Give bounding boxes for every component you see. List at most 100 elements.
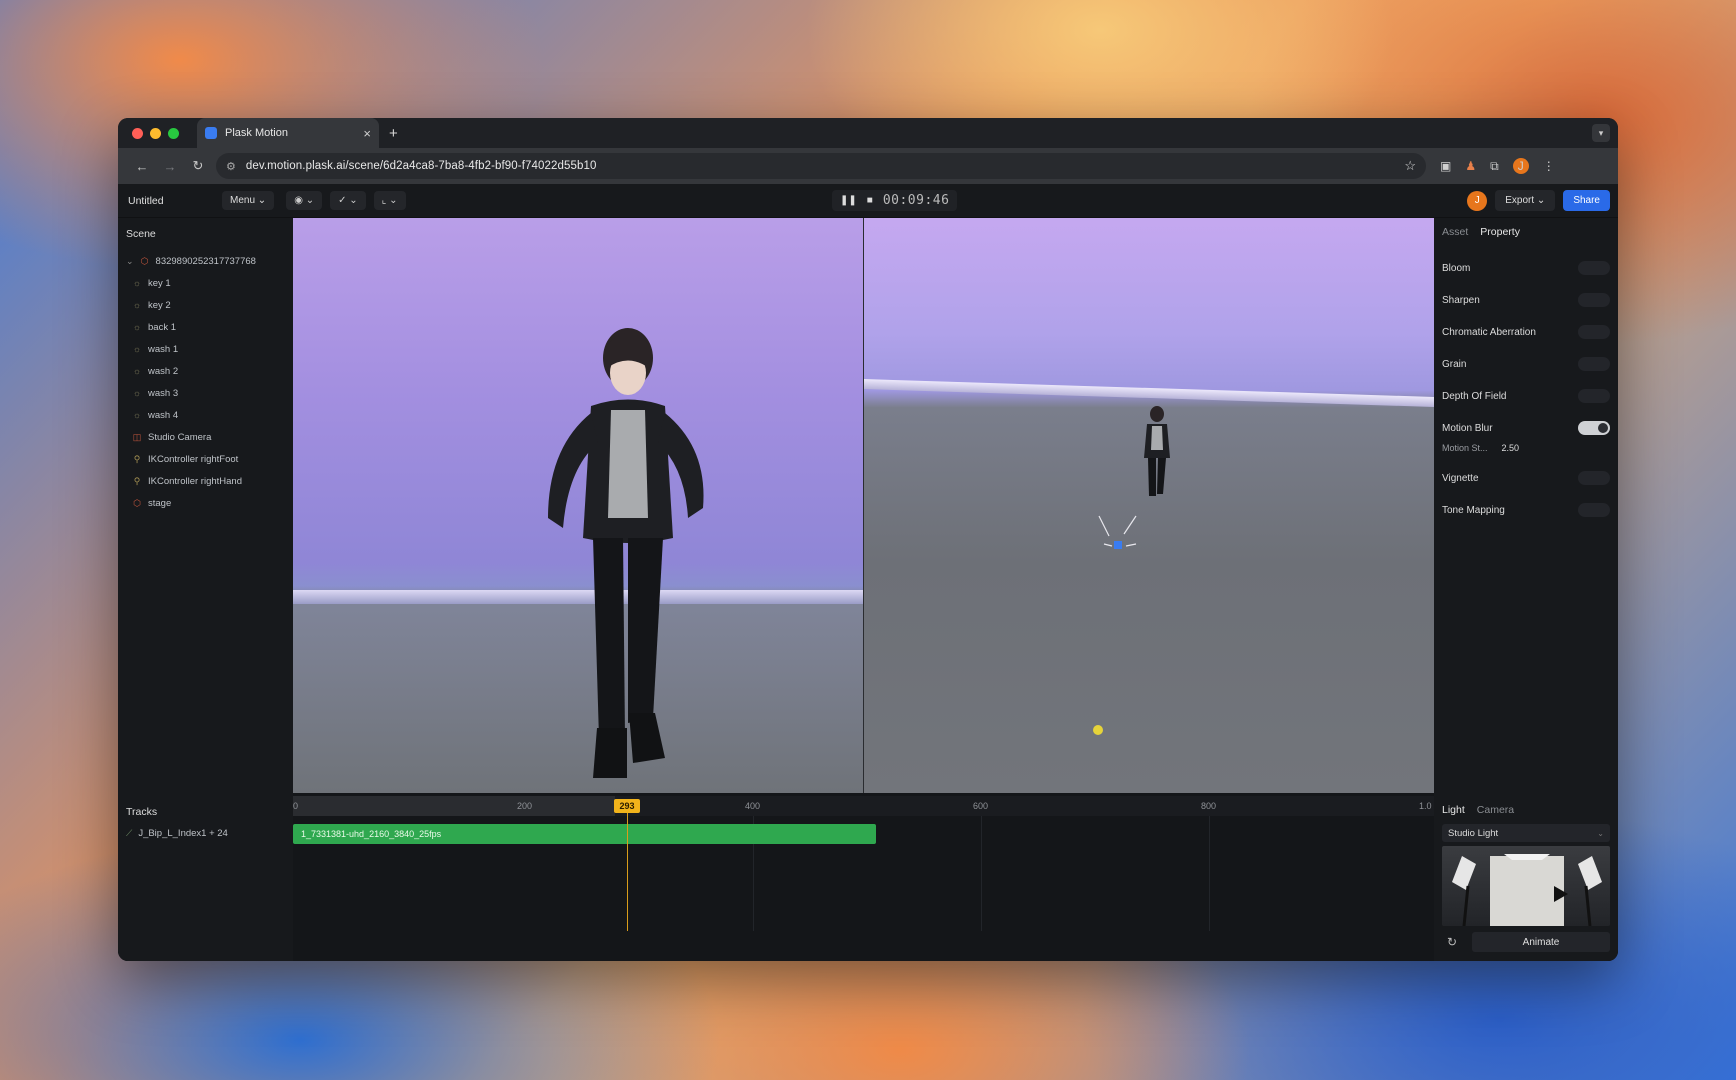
window-controls: [118, 127, 179, 139]
chevron-down-icon: ⌄: [257, 195, 267, 206]
ruler-label: 1.0: [1419, 801, 1432, 811]
viewport-right[interactable]: [864, 218, 1434, 793]
property-label: Bloom: [1442, 262, 1471, 274]
scene-item[interactable]: ☼ wash 4: [126, 404, 285, 426]
property-label: Vignette: [1442, 472, 1479, 484]
scene-item[interactable]: ☼ wash 1: [126, 338, 285, 360]
scene-item[interactable]: ◫ Studio Camera: [126, 426, 285, 448]
new-tab-button[interactable]: +: [389, 125, 398, 142]
bookmark-star-icon[interactable]: ☆: [1404, 158, 1416, 174]
property-toggle[interactable]: [1578, 357, 1610, 371]
motion-strength-input[interactable]: 2.50: [1502, 443, 1520, 453]
scene-item[interactable]: ☼ key 2: [126, 294, 285, 316]
property-row: Depth Of Field: [1442, 380, 1610, 412]
property-toggle[interactable]: [1578, 421, 1610, 435]
tab-search-icon[interactable]: ▾: [1592, 124, 1610, 142]
axis-dropdown[interactable]: ⌞ ⌄: [373, 191, 406, 210]
chevron-down-icon[interactable]: ⌄: [126, 256, 134, 267]
menu-button[interactable]: Menu ⌄: [222, 191, 275, 210]
property-label: Tone Mapping: [1442, 504, 1505, 516]
scene-item[interactable]: ☼ wash 3: [126, 382, 285, 404]
tab-camera[interactable]: Camera: [1477, 804, 1514, 816]
tab-property[interactable]: Property: [1480, 226, 1520, 238]
animation-clip[interactable]: 1_7331381-uhd_2160_3840_25fps: [293, 824, 876, 844]
stop-icon[interactable]: ■: [867, 195, 873, 206]
browser-profile-avatar[interactable]: J: [1512, 158, 1529, 174]
ruler-label: 800: [1201, 801, 1217, 811]
light-icon: ☼: [132, 366, 142, 376]
export-button[interactable]: Export ⌄: [1495, 190, 1556, 211]
pause-icon[interactable]: ❚❚: [840, 195, 857, 206]
back-icon[interactable]: ←: [128, 159, 156, 174]
scene-item[interactable]: ⚲ IKController rightHand: [126, 470, 285, 492]
mesh-icon: ⬡: [140, 255, 149, 266]
scene-item-label: wash 4: [148, 409, 179, 421]
project-name[interactable]: Untitled: [118, 195, 222, 207]
visibility-dropdown[interactable]: ◉ ⌄: [286, 191, 323, 210]
share-button[interactable]: Share: [1563, 190, 1610, 211]
scene-item[interactable]: ⬡ stage: [126, 492, 285, 514]
refresh-icon[interactable]: ↻: [1442, 935, 1462, 949]
light-icon: ☼: [132, 388, 142, 398]
studio-light-illustration: [1452, 854, 1602, 926]
viewport[interactable]: [293, 218, 1434, 793]
close-window-button[interactable]: [132, 127, 143, 139]
scene-title: Scene: [126, 228, 156, 240]
user-avatar[interactable]: J: [1467, 190, 1488, 211]
property-toggle[interactable]: [1578, 503, 1610, 517]
track-row[interactable]: ⟋ J_Bip_L_Index1 + 24: [126, 828, 285, 839]
mesh-icon: ⬡: [133, 497, 141, 508]
playhead-frame[interactable]: 293: [614, 799, 640, 813]
scene-overview[interactable]: [864, 218, 1434, 793]
scene-item[interactable]: ⚲ IKController rightFoot: [126, 448, 285, 470]
tab-bar: Plask Motion × + ▾: [118, 118, 1618, 148]
property-label: Chromatic Aberration: [1442, 326, 1536, 338]
plask-favicon-icon: [205, 127, 217, 139]
light-icon: ☼: [132, 278, 142, 288]
property-toggle[interactable]: [1578, 293, 1610, 307]
ruler-label: 600: [973, 801, 989, 811]
reload-icon[interactable]: ↻: [184, 158, 212, 174]
playhead-line[interactable]: [627, 813, 628, 931]
url-input[interactable]: ⚙ dev.motion.plask.ai/scene/6d2a4ca8-7ba…: [216, 153, 1426, 179]
extensions-area: ▣ ♟ ⧉ J ⋮: [1440, 158, 1555, 174]
browser-tab[interactable]: Plask Motion ×: [197, 118, 379, 148]
property-toggle[interactable]: [1578, 389, 1610, 403]
extension-chess-icon[interactable]: ♟: [1465, 159, 1476, 173]
property-label: Depth Of Field: [1442, 390, 1507, 402]
tab-light[interactable]: Light: [1442, 804, 1465, 816]
extensions-puzzle-icon[interactable]: ⧉: [1490, 159, 1499, 174]
viewport-left[interactable]: [293, 218, 863, 793]
character-model-large[interactable]: [293, 218, 863, 793]
tab-close-icon[interactable]: ×: [363, 126, 371, 141]
light-preview-image: [1442, 846, 1610, 926]
scene-item-label: wash 1: [148, 343, 179, 355]
check-dropdown[interactable]: ✓ ⌄: [330, 191, 366, 210]
forward-icon[interactable]: →: [156, 159, 184, 174]
timeline-ruler[interactable]: 0 200 400 600 800 1.0 293: [293, 796, 1434, 816]
property-toggle[interactable]: [1578, 471, 1610, 485]
motion-strength-row: Motion St... 2.50: [1442, 438, 1610, 458]
scene-item-label: stage: [148, 497, 172, 509]
tab-asset[interactable]: Asset: [1442, 226, 1468, 238]
ruler-label: 200: [517, 801, 533, 811]
tracks-panel: Tracks ⟋ J_Bip_L_Index1 + 24: [118, 796, 293, 961]
scene-root-item[interactable]: ⌄ ⬡ 8329890252317737768: [126, 250, 285, 272]
app-toolbar: Untitled Menu ⌄ ◉ ⌄ ✓ ⌄ ⌞ ⌄ ❚❚ ■ 00:09:4…: [118, 184, 1618, 218]
scene-item-label: key 2: [148, 299, 171, 311]
motion-strength-label: Motion St...: [1442, 443, 1488, 453]
scene-item[interactable]: ☼ back 1: [126, 316, 285, 338]
extension-notion-icon[interactable]: ▣: [1440, 159, 1451, 173]
property-panel: Asset Property Bloom Sharpen Chromatic Abe…: [1434, 218, 1618, 796]
scene-item[interactable]: ☼ key 1: [126, 272, 285, 294]
animate-button[interactable]: Animate: [1472, 932, 1610, 952]
scene-item-label: key 1: [148, 277, 171, 289]
minimize-window-button[interactable]: [150, 127, 161, 139]
scene-item[interactable]: ☼ wash 2: [126, 360, 285, 382]
property-toggle[interactable]: [1578, 261, 1610, 275]
site-settings-icon[interactable]: ⚙: [226, 160, 236, 173]
property-toggle[interactable]: [1578, 325, 1610, 339]
light-preset-select[interactable]: Studio Light ⌄: [1442, 824, 1610, 842]
zoom-window-button[interactable]: [168, 127, 179, 139]
browser-menu-icon[interactable]: ⋮: [1543, 159, 1555, 173]
